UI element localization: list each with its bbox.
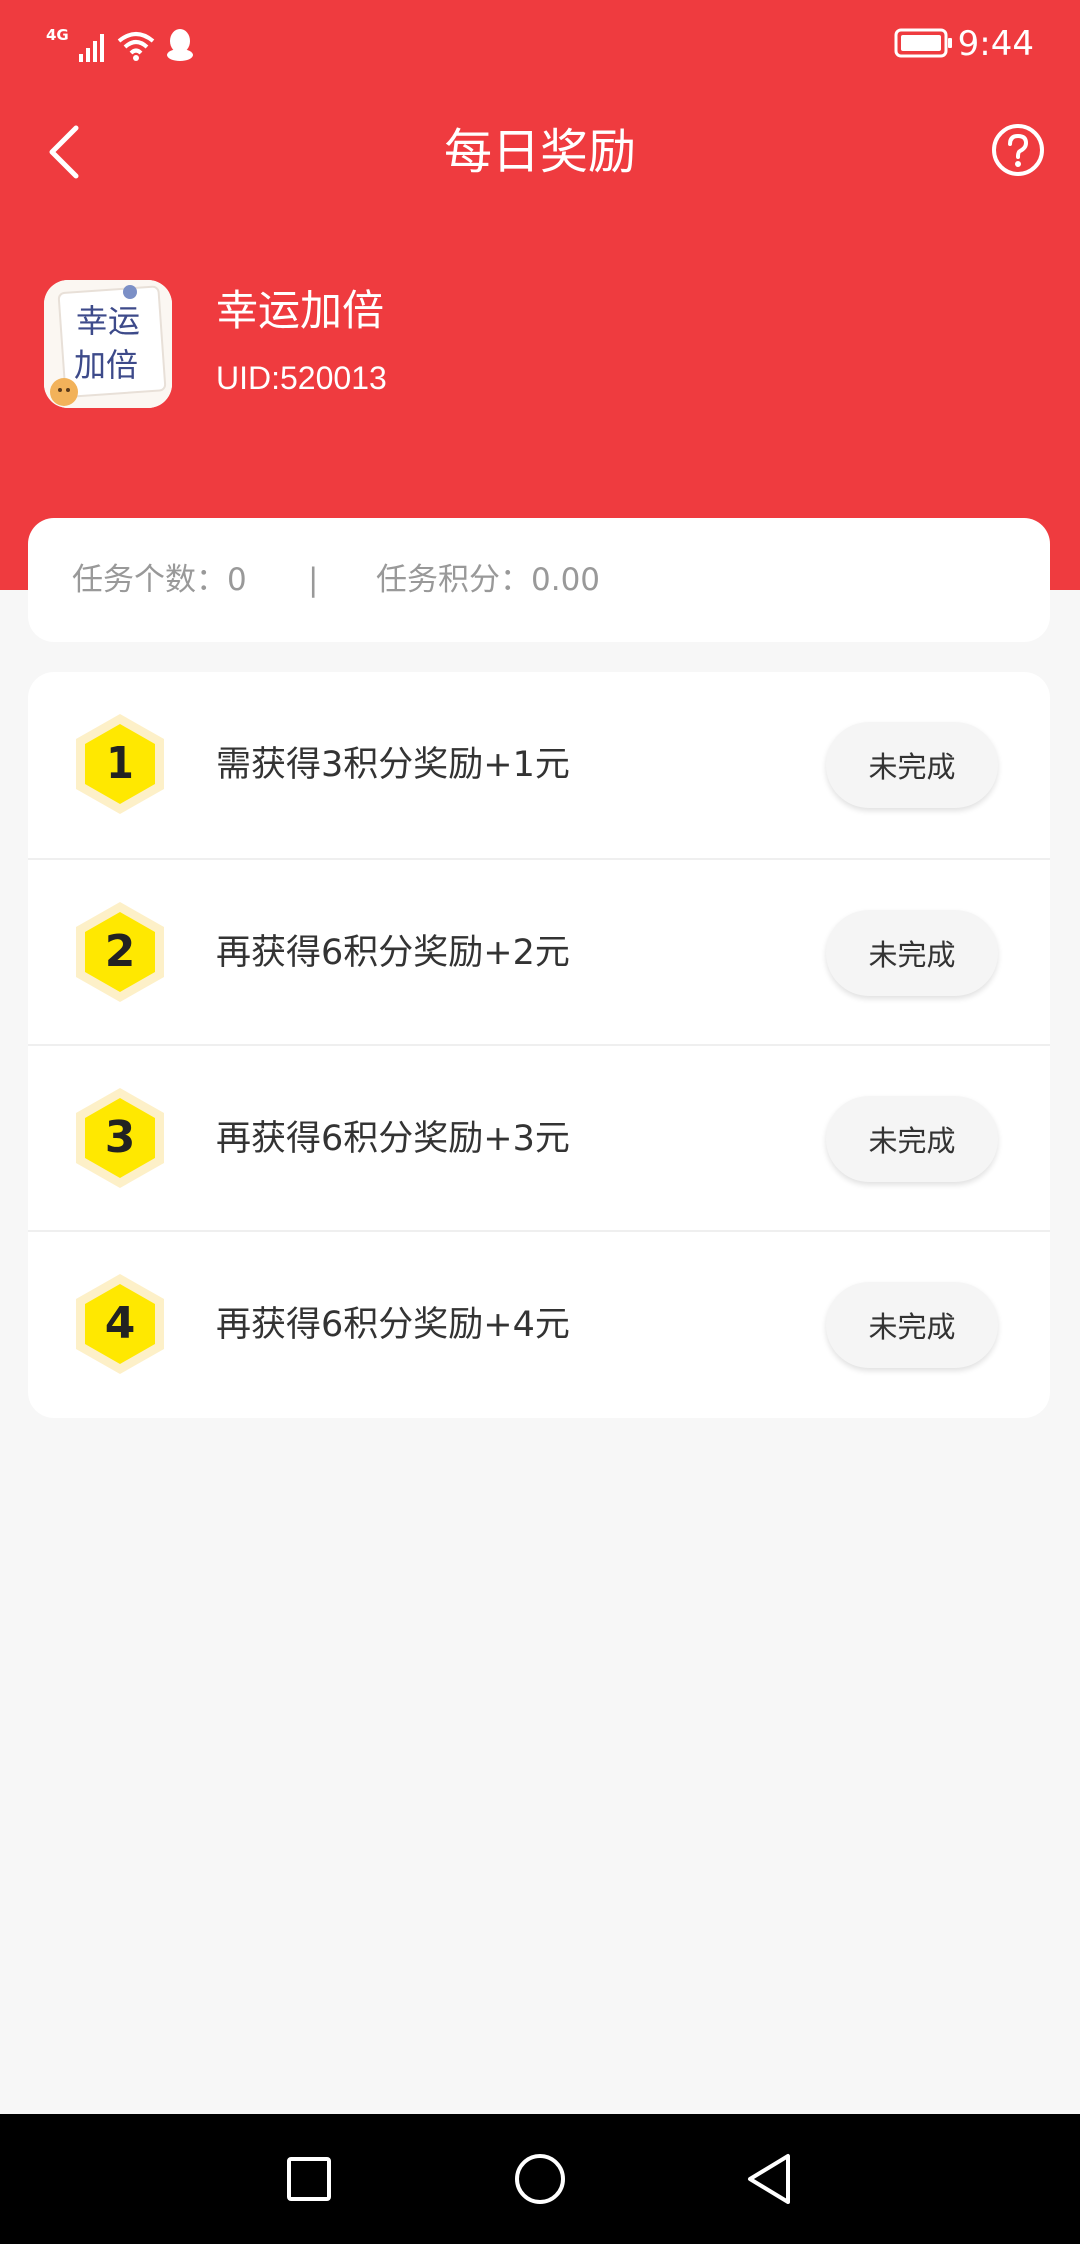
task-summary-card: 任务个数：0 | 任务积分：0.00 — [28, 518, 1050, 642]
task-list: 1 需获得3积分奖励+1元 未完成 2 再获得6积分奖励+2元 未完成 3 再获… — [28, 672, 1050, 1418]
task-status-button[interactable]: 未完成 — [826, 1282, 998, 1368]
avatar-text-line-2: 加倍 — [74, 346, 138, 384]
hexagon-number-badge: 3 — [76, 1088, 164, 1188]
task-status-button[interactable]: 未完成 — [826, 722, 998, 808]
hexagon-number-badge: 1 — [76, 714, 164, 814]
page-title: 每日奖励 — [443, 124, 636, 180]
avatar-image: 幸运 加倍 — [44, 280, 172, 408]
task-description: 需获得3积分奖励+1元 — [216, 745, 570, 785]
status-time: 9:44 — [957, 24, 1034, 64]
summary-divider: | — [308, 562, 319, 598]
signal-icon — [78, 34, 104, 62]
network-type: 4G — [46, 26, 69, 44]
avatar-text-line-1: 幸运 — [76, 302, 140, 340]
task-number: 1 — [106, 738, 134, 789]
system-navigation-bar — [0, 2114, 1080, 2244]
task-number: 2 — [105, 926, 136, 977]
hexagon-number-badge: 4 — [76, 1274, 164, 1374]
task-row: 4 再获得6积分奖励+4元 未完成 — [28, 1230, 1050, 1416]
task-number: 3 — [105, 1112, 136, 1163]
task-description: 再获得6积分奖励+3元 — [216, 1119, 570, 1159]
app-avatar: 幸运 加倍 — [44, 280, 172, 408]
hexagon-number-badge: 2 — [76, 902, 164, 1002]
task-number: 4 — [105, 1298, 136, 1349]
status-bar: 4G 9:44 — [0, 0, 1080, 86]
task-status-button[interactable]: 未完成 — [826, 910, 998, 996]
task-row: 1 需获得3积分奖励+1元 未完成 — [28, 672, 1050, 858]
status-icons: 4G — [46, 22, 195, 62]
task-description: 再获得6积分奖励+2元 — [216, 933, 570, 973]
task-points: 任务积分：0.00 — [376, 562, 601, 598]
task-count: 任务个数：0 — [72, 562, 247, 598]
battery-icon — [894, 28, 952, 58]
task-status-button[interactable]: 未完成 — [826, 1096, 998, 1182]
back-nav-button[interactable] — [736, 2144, 806, 2214]
wifi-icon — [117, 32, 155, 61]
task-row: 2 再获得6积分奖励+2元 未完成 — [28, 858, 1050, 1044]
qq-notification-icon — [166, 29, 193, 61]
task-description: 再获得6积分奖励+4元 — [216, 1305, 570, 1345]
navigation-bar: 每日奖励 — [0, 100, 1080, 202]
recent-apps-button[interactable] — [274, 2144, 344, 2214]
home-button[interactable] — [505, 2144, 575, 2214]
help-button[interactable] — [990, 122, 1046, 178]
profile-name: 幸运加倍 — [216, 286, 385, 335]
task-row: 3 再获得6积分奖励+3元 未完成 — [28, 1044, 1050, 1230]
profile-uid: UID:520013 — [216, 360, 387, 396]
